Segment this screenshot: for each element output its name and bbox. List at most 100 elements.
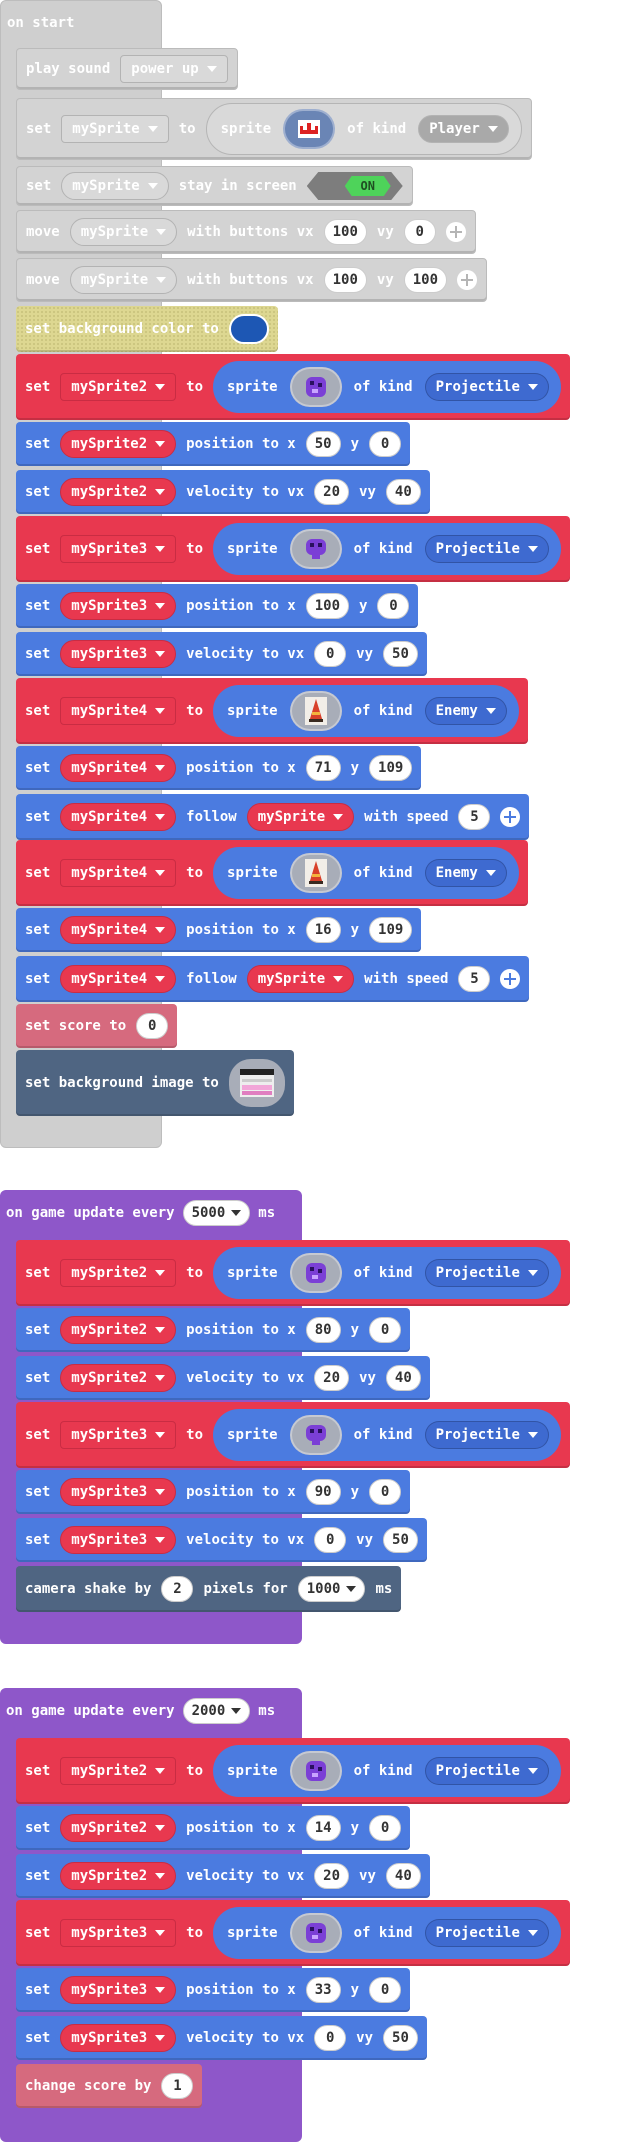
x-input[interactable]: 16	[305, 917, 341, 943]
vy-input[interactable]: 50	[383, 641, 418, 667]
variable-dropdown[interactable]: mySprite2	[60, 478, 177, 506]
x-input[interactable]: 80	[305, 1317, 341, 1343]
vx-input[interactable]: 100	[323, 267, 367, 293]
set-position-block[interactable]: set mySprite3 position to x 33 y 0	[16, 1968, 411, 2012]
set-velocity-block[interactable]: set mySprite3 velocity to vx 0 vy 50	[16, 1518, 427, 1562]
set-position-block[interactable]: set mySprite2 position to x 80 y 0	[16, 1308, 411, 1352]
set-sprite-block[interactable]: set mySprite4 to sprite of kind Enemy	[16, 840, 528, 906]
interval-dropdown[interactable]: 2000	[182, 1698, 251, 1724]
kind-dropdown[interactable]: Projectile	[424, 1259, 549, 1287]
score-change-input[interactable]: 1	[161, 2073, 194, 2099]
sprite-create-block[interactable]: sprite of kind Enemy	[213, 685, 519, 737]
variable-dropdown[interactable]: mySprite	[61, 172, 169, 200]
sprite-image-picker[interactable]	[289, 1253, 342, 1293]
set-velocity-block[interactable]: set mySprite3 velocity to vx 0 vy 50	[16, 2016, 427, 2060]
vx-input[interactable]: 20	[314, 1365, 350, 1391]
sprite-image-picker[interactable]	[289, 1415, 342, 1455]
sprite-image-picker[interactable]	[289, 367, 342, 407]
speed-input[interactable]: 5	[458, 966, 491, 992]
variable-dropdown[interactable]: mySprite3	[60, 640, 177, 668]
set-position-block[interactable]: set mySprite2 position to x 50 y 0	[16, 422, 411, 466]
target-variable-dropdown[interactable]: mySprite	[246, 803, 355, 831]
set-player-sprite-block[interactable]: set mySprite to sprite of kind Player	[16, 98, 532, 160]
set-position-block[interactable]: set mySprite4 position to x 16 y 109	[16, 908, 422, 952]
y-input[interactable]: 0	[377, 593, 410, 619]
x-input[interactable]: 14	[305, 1815, 341, 1841]
variable-dropdown[interactable]: mySprite2	[60, 1364, 177, 1392]
set-sprite-block[interactable]: set mySprite2 to sprite of kind Projecti…	[16, 354, 570, 420]
x-input[interactable]: 71	[305, 755, 341, 781]
sprite-image-picker[interactable]	[289, 1913, 342, 1953]
set-background-image-block[interactable]: set background image to	[16, 1050, 294, 1116]
vx-input[interactable]: 20	[314, 479, 350, 505]
set-sprite-block[interactable]: set mySprite2 to sprite of kind Projecti…	[16, 1240, 570, 1306]
variable-dropdown[interactable]: mySprite3	[60, 1919, 177, 1947]
vx-input[interactable]: 20	[314, 1863, 350, 1889]
vy-input[interactable]: 40	[385, 1365, 421, 1391]
sound-dropdown[interactable]: power up	[120, 55, 228, 83]
move-with-buttons-block[interactable]: move mySprite with buttons vx 100 vy 0	[16, 210, 476, 254]
stay-in-screen-block[interactable]: set mySprite stay in screen ON	[16, 166, 413, 206]
vx-input[interactable]: 100	[323, 219, 367, 245]
variable-dropdown[interactable]: mySprite	[69, 218, 178, 246]
score-input[interactable]: 0	[136, 1013, 169, 1039]
vx-input[interactable]: 0	[314, 2025, 347, 2051]
set-position-block[interactable]: set mySprite3 position to x 90 y 0	[16, 1470, 411, 1514]
y-input[interactable]: 0	[369, 1977, 402, 2003]
variable-dropdown[interactable]: mySprite2	[60, 1757, 177, 1785]
variable-dropdown[interactable]: mySprite2	[60, 430, 177, 458]
background-image-picker[interactable]	[228, 1059, 285, 1107]
kind-dropdown[interactable]: Projectile	[424, 535, 549, 563]
y-input[interactable]: 0	[369, 431, 402, 457]
sprite-image-picker[interactable]	[289, 529, 342, 569]
set-sprite-block[interactable]: set mySprite3 to sprite of kind Projecti…	[16, 516, 570, 582]
sprite-image-picker[interactable]	[289, 691, 342, 731]
vy-input[interactable]: 50	[383, 2025, 418, 2051]
set-sprite-block[interactable]: set mySprite2 to sprite of kind Projecti…	[16, 1738, 570, 1804]
sprite-create-block[interactable]: sprite of kind Projectile	[213, 1409, 561, 1461]
variable-dropdown[interactable]: mySprite2	[60, 373, 177, 401]
vy-input[interactable]: 100	[403, 267, 448, 293]
x-input[interactable]: 90	[305, 1479, 341, 1505]
variable-dropdown[interactable]: mySprite2	[60, 1259, 177, 1287]
kind-dropdown[interactable]: Projectile	[424, 1421, 549, 1449]
x-input[interactable]: 100	[305, 593, 350, 619]
variable-dropdown[interactable]: mySprite2	[60, 1316, 177, 1344]
vy-input[interactable]: 0	[403, 219, 436, 245]
variable-dropdown[interactable]: mySprite3	[60, 1976, 177, 2004]
vy-input[interactable]: 40	[385, 479, 421, 505]
y-input[interactable]: 0	[369, 1479, 402, 1505]
variable-dropdown[interactable]: mySprite2	[60, 1862, 177, 1890]
sprite-create-block[interactable]: sprite of kind Projectile	[213, 1745, 561, 1797]
sprite-create-block[interactable]: sprite of kind Projectile	[213, 1247, 561, 1299]
stay-in-screen-toggle[interactable]: ON	[306, 172, 403, 200]
kind-dropdown[interactable]: Enemy	[424, 697, 507, 725]
expand-plus-icon[interactable]	[457, 270, 478, 290]
kind-dropdown[interactable]: Enemy	[424, 859, 507, 887]
variable-dropdown[interactable]: mySprite2	[60, 1814, 177, 1842]
variable-dropdown[interactable]: mySprite3	[60, 592, 177, 620]
set-position-block[interactable]: set mySprite2 position to x 14 y 0	[16, 1806, 411, 1850]
set-velocity-block[interactable]: set mySprite2 velocity to vx 20 vy 40	[16, 1854, 430, 1898]
target-variable-dropdown[interactable]: mySprite	[246, 965, 355, 993]
sprite-create-block[interactable]: sprite of kind Player	[205, 103, 522, 155]
vx-input[interactable]: 0	[314, 1527, 347, 1553]
variable-dropdown[interactable]: mySprite4	[60, 754, 177, 782]
x-input[interactable]: 50	[305, 431, 341, 457]
y-input[interactable]: 109	[369, 755, 413, 781]
follow-block[interactable]: set mySprite4 follow mySprite with speed…	[16, 794, 530, 840]
variable-dropdown[interactable]: mySprite3	[60, 1421, 177, 1449]
kind-dropdown[interactable]: Projectile	[424, 1919, 549, 1947]
variable-dropdown[interactable]: mySprite4	[60, 803, 177, 831]
shake-pixels-input[interactable]: 2	[161, 1576, 194, 1602]
variable-dropdown[interactable]: mySprite3	[60, 535, 177, 563]
change-score-block[interactable]: change score by 1	[16, 2064, 203, 2108]
set-sprite-block[interactable]: set mySprite4 to sprite of kind Enemy	[16, 678, 528, 744]
play-sound-block[interactable]: play sound power up	[16, 48, 238, 90]
follow-block[interactable]: set mySprite4 follow mySprite with speed…	[16, 956, 530, 1002]
variable-dropdown[interactable]: mySprite4	[60, 697, 177, 725]
color-picker[interactable]	[228, 314, 269, 344]
sprite-create-block[interactable]: sprite of kind Projectile	[213, 361, 561, 413]
sprite-image-picker[interactable]	[289, 853, 342, 893]
expand-plus-icon[interactable]	[500, 969, 521, 989]
